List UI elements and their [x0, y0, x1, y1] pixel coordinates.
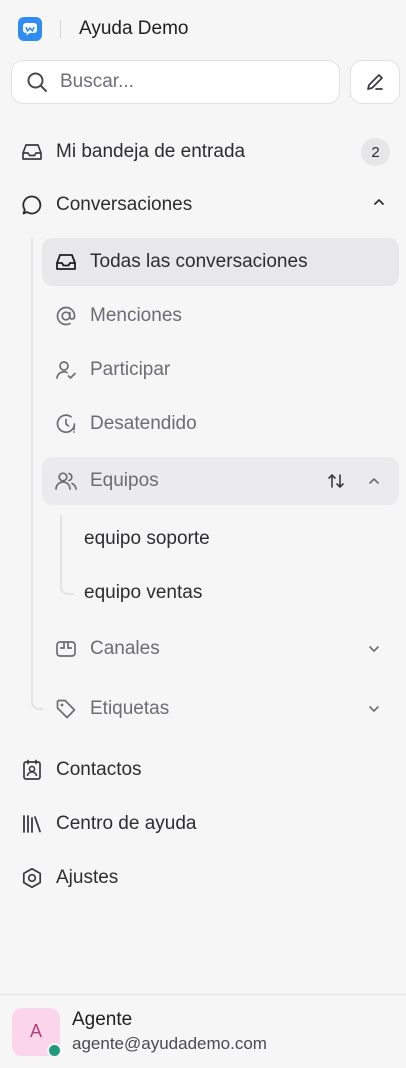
contact-card-icon	[20, 758, 44, 782]
team-item[interactable]: equipo ventas	[84, 578, 202, 608]
chat-bubble-icon	[20, 193, 44, 217]
avatar-initial: A	[29, 1021, 42, 1041]
sidebar-item-label: Centro de ayuda	[56, 813, 197, 834]
app-logo-icon	[18, 17, 42, 41]
user-info: Agente agente@ayudademo.com	[72, 1009, 267, 1054]
library-icon	[20, 812, 44, 836]
sort-arrows-icon[interactable]	[327, 472, 345, 490]
online-status-dot	[47, 1042, 62, 1058]
chevron-down-icon[interactable]	[367, 702, 381, 716]
user-email: agente@ayudademo.com	[72, 1034, 267, 1053]
chevron-up-icon[interactable]	[367, 474, 381, 488]
sidebar-item-label: Participar	[90, 359, 171, 380]
at-sign-icon	[54, 304, 78, 328]
app-title: Ayuda Demo	[79, 18, 189, 39]
avatar[interactable]: A	[12, 1007, 62, 1058]
channels-controls	[367, 625, 381, 673]
sidebar-item-label: Contactos	[56, 759, 142, 780]
sidebar-subitem-all-conversations[interactable]: Todas las conversaciones	[42, 238, 399, 286]
sidebar-item-label: Todas las conversaciones	[90, 251, 308, 272]
teams-controls	[327, 457, 381, 505]
users-icon	[54, 469, 78, 493]
search-icon	[26, 71, 48, 93]
inbox-icon	[54, 250, 78, 274]
sidebar-item-label: Conversaciones	[56, 194, 193, 215]
compose-button[interactable]	[350, 60, 400, 104]
search-box[interactable]	[11, 60, 340, 104]
sidebar-subitem-unattended[interactable]: Desatendido	[42, 400, 399, 448]
team-item[interactable]: equipo soporte	[84, 524, 210, 554]
user-check-icon	[54, 358, 78, 382]
sidebar-item-label: Menciones	[90, 305, 182, 326]
sidebar-subitem-labels[interactable]: Etiquetas	[42, 685, 399, 733]
clock-alert-icon	[54, 412, 78, 436]
sidebar-item-conversations[interactable]: Conversaciones	[20, 183, 392, 227]
settings-hexagon-icon	[20, 866, 44, 890]
user-name: Agente	[72, 1009, 133, 1030]
sidebar-subitem-teams[interactable]: Equipos	[42, 457, 399, 505]
sidebar-item-settings[interactable]: Ajustes	[20, 856, 392, 900]
tag-icon	[54, 697, 78, 721]
user-profile-footer[interactable]: A Agente agente@ayudademo.com	[0, 994, 406, 1068]
inbox-count-badge: 2	[361, 138, 390, 166]
chevron-up-icon[interactable]	[372, 195, 386, 209]
sidebar-item-label: Desatendido	[90, 413, 197, 434]
sidebar-subitem-mentions[interactable]: Menciones	[42, 292, 399, 340]
sidebar-subitem-channels[interactable]: Canales	[42, 625, 399, 673]
app-header: Ayuda Demo	[0, 0, 406, 58]
search-row	[11, 60, 401, 104]
sidebar-item-label: Etiquetas	[90, 698, 170, 719]
sidebar-item-label: Canales	[90, 638, 160, 659]
channels-icon	[54, 637, 78, 661]
sidebar-item-inbox[interactable]: Mi bandeja de entrada 2	[20, 130, 392, 174]
sidebar-item-help-center[interactable]: Centro de ayuda	[20, 802, 392, 846]
labels-controls	[367, 685, 381, 733]
chevron-down-icon[interactable]	[367, 642, 381, 656]
sidebar-subitem-participate[interactable]: Participar	[42, 346, 399, 394]
header-divider	[60, 20, 61, 38]
sidebar-item-label: Equipos	[90, 470, 159, 491]
sidebar-item-label: Mi bandeja de entrada	[56, 141, 246, 162]
search-input[interactable]	[60, 71, 310, 93]
inbox-icon	[20, 140, 44, 164]
team-tree-connector	[60, 515, 74, 595]
pencil-icon	[364, 71, 386, 93]
sidebar-item-contacts[interactable]: Contactos	[20, 748, 392, 792]
sidebar-item-label: Ajustes	[56, 867, 119, 888]
